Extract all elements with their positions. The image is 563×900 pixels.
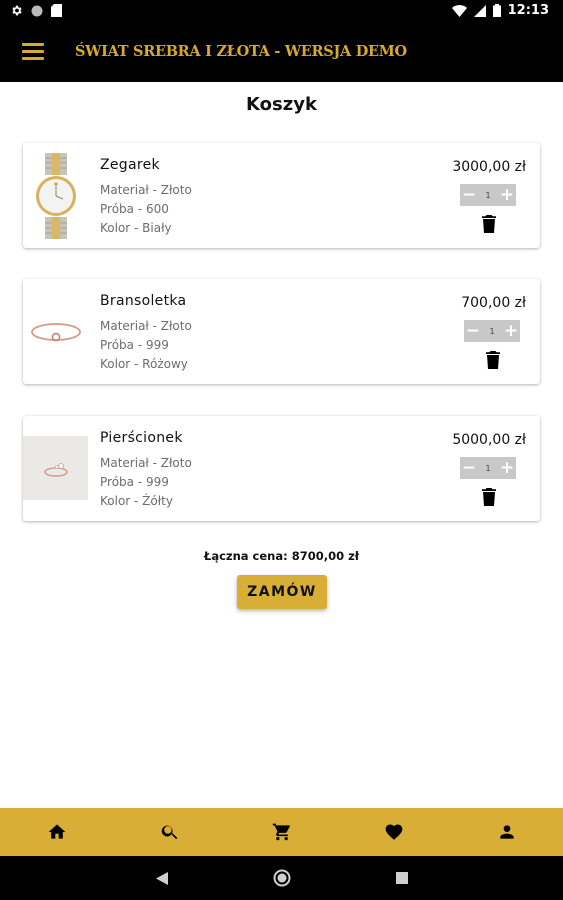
decrement-button[interactable]: −	[460, 457, 478, 479]
increment-button[interactable]: +	[498, 457, 516, 479]
item-color: Kolor - Różowy	[100, 357, 188, 371]
increment-button[interactable]: +	[502, 320, 520, 342]
signal-icon	[473, 4, 486, 17]
home-icon[interactable]	[47, 822, 67, 842]
app-title: ŚWIAT SREBRA I ZŁOTA - WERSJA DEMO	[75, 43, 407, 60]
item-material: Materiał - Złoto	[100, 319, 192, 333]
quantity-stepper: − 1 +	[464, 320, 520, 342]
item-price: 700,00 zł	[461, 295, 526, 311]
search-icon[interactable]	[160, 822, 180, 842]
trash-icon[interactable]	[486, 351, 500, 369]
heart-icon[interactable]	[384, 822, 404, 842]
quantity-stepper: − 1 +	[460, 457, 516, 479]
cart-item-card: Zegarek Materiał - Złoto Próba - 600 Kol…	[23, 143, 540, 248]
order-button[interactable]: ZAMÓW	[237, 575, 327, 609]
trash-icon[interactable]	[482, 215, 496, 233]
back-icon[interactable]	[156, 872, 168, 885]
ring-image	[23, 436, 88, 500]
item-name: Zegarek	[100, 157, 160, 173]
increment-button[interactable]: +	[498, 184, 516, 206]
bracelet-image	[23, 279, 88, 384]
recents-icon[interactable]	[396, 872, 408, 884]
circle-icon	[31, 5, 43, 16]
quantity-value[interactable]: 1	[489, 327, 494, 336]
person-icon[interactable]	[497, 822, 517, 842]
item-name: Pierścionek	[100, 430, 183, 446]
decrement-button[interactable]: −	[460, 184, 478, 206]
item-price: 3000,00 zł	[452, 159, 526, 175]
quantity-stepper: − 1 +	[460, 184, 516, 206]
status-bar: 12:13	[0, 0, 563, 24]
total-price: Łączna cena: 8700,00 zł	[203, 549, 360, 563]
quantity-value[interactable]: 1	[485, 191, 490, 200]
hamburger-icon[interactable]	[22, 43, 44, 61]
home-circle-icon[interactable]	[273, 869, 291, 887]
trash-icon[interactable]	[482, 488, 496, 506]
quantity-value[interactable]: 1	[485, 464, 490, 473]
sd-card-icon	[51, 4, 62, 17]
system-nav-bar	[0, 856, 563, 900]
watch-image	[23, 143, 88, 248]
cart-icon[interactable]	[272, 822, 292, 842]
item-material: Materiał - Złoto	[100, 183, 192, 197]
decrement-button[interactable]: −	[464, 320, 482, 342]
item-fineness: Próba - 600	[100, 202, 169, 216]
item-fineness: Próba - 999	[100, 475, 169, 489]
app-bar: ŚWIAT SREBRA I ZŁOTA - WERSJA DEMO	[0, 24, 563, 82]
cart-item-card: Bransoletka Materiał - Złoto Próba - 999…	[23, 279, 540, 384]
status-time: 12:13	[507, 3, 549, 18]
cart-item-card: Pierścionek Materiał - Złoto Próba - 999…	[23, 416, 540, 521]
bottom-nav	[0, 808, 563, 856]
wifi-icon	[451, 4, 467, 17]
item-price: 5000,00 zł	[452, 432, 526, 448]
gear-icon	[12, 5, 22, 16]
page-title: Koszyk	[246, 94, 317, 115]
item-fineness: Próba - 999	[100, 338, 169, 352]
battery-icon	[492, 4, 501, 17]
item-name: Bransoletka	[100, 293, 187, 309]
item-material: Materiał - Złoto	[100, 456, 192, 470]
item-color: Kolor - Żółty	[100, 494, 173, 508]
item-color: Kolor - Biały	[100, 221, 172, 235]
